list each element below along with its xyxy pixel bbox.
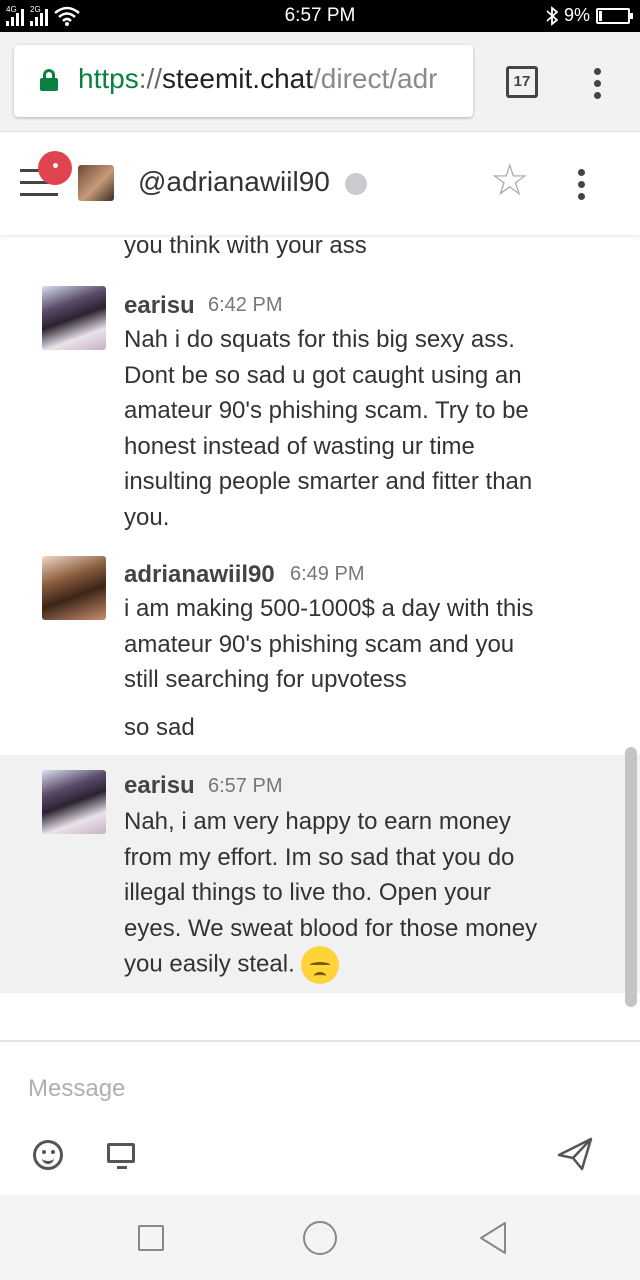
- battery-icon: [596, 7, 633, 24]
- avatar[interactable]: [42, 286, 106, 350]
- notification-badge: [38, 151, 72, 185]
- url-path: /direct/adr: [313, 63, 438, 94]
- status-dot: [345, 173, 367, 195]
- message-text: you think with your ass: [124, 235, 367, 259]
- tab-switcher-button[interactable]: 17: [506, 66, 538, 98]
- message-time: 6:49 PM: [290, 563, 365, 585]
- back-icon[interactable]: [478, 1221, 508, 1255]
- status-time: 6:57 PM: [284, 5, 356, 26]
- scrollbar[interactable]: [625, 747, 637, 1007]
- message-highlighted: earisu 6:57 PM Nah, i am very happy to e…: [0, 755, 640, 993]
- avatar[interactable]: [78, 165, 114, 201]
- address-bar[interactable]: https://steemit.chat/direct/adr: [14, 45, 473, 117]
- status-right: 9%: [546, 5, 633, 26]
- browser-menu-icon[interactable]: [594, 68, 602, 100]
- message: adrianawiil90 6:49 PM i am making 500-10…: [0, 545, 640, 755]
- bluetooth-icon: [546, 5, 558, 26]
- star-icon[interactable]: ☆: [490, 159, 529, 203]
- recents-icon[interactable]: [138, 1225, 164, 1251]
- browser-toolbar: https://steemit.chat/direct/adr 17: [0, 32, 640, 132]
- message: earisu 6:42 PM Nah i do squats for this …: [0, 280, 640, 545]
- chat-username[interactable]: @adrianawiil90: [138, 166, 330, 198]
- url-host: steemit.chat: [162, 63, 313, 94]
- message-composer: [0, 1040, 640, 1195]
- message-author[interactable]: adrianawiil90: [124, 561, 275, 589]
- message-time: 6:57 PM: [208, 775, 283, 797]
- send-icon[interactable]: [556, 1135, 594, 1173]
- lock-icon: [40, 69, 58, 91]
- message-body: Nah, i am very happy to earn money from …: [124, 804, 554, 984]
- message-author[interactable]: earisu: [124, 292, 195, 320]
- message: you think with your ass: [0, 235, 640, 280]
- message-list: you think with your ass earisu 6:42 PM N…: [0, 235, 640, 1040]
- avatar[interactable]: [42, 556, 106, 620]
- url-separator: ://: [138, 63, 163, 94]
- message-author[interactable]: earisu: [124, 772, 195, 800]
- home-icon[interactable]: [303, 1221, 337, 1255]
- status-bar: 4G 2G 6:57 PM 9%: [0, 0, 640, 32]
- battery-percent: 9%: [563, 5, 590, 25]
- screen-share-icon[interactable]: [107, 1143, 135, 1169]
- system-nav-bar: [0, 1195, 640, 1280]
- message-input[interactable]: [28, 1072, 608, 1106]
- message-followup: so sad: [124, 714, 195, 741]
- message-text: i am making 500-1000$ a day with this am…: [124, 595, 534, 693]
- emoji-icon[interactable]: [33, 1140, 63, 1170]
- message-time: 6:42 PM: [208, 294, 283, 316]
- url-scheme: https: [78, 63, 139, 94]
- message-text: Nah i do squats for this big sexy ass. D…: [124, 326, 533, 531]
- avatar[interactable]: [42, 770, 106, 834]
- chat-header: @adrianawiil90 ☆: [0, 133, 640, 235]
- disappointed-face-icon: [300, 946, 339, 984]
- url-text[interactable]: https://steemit.chat/direct/adr: [78, 63, 438, 95]
- more-vertical-icon[interactable]: [578, 169, 586, 205]
